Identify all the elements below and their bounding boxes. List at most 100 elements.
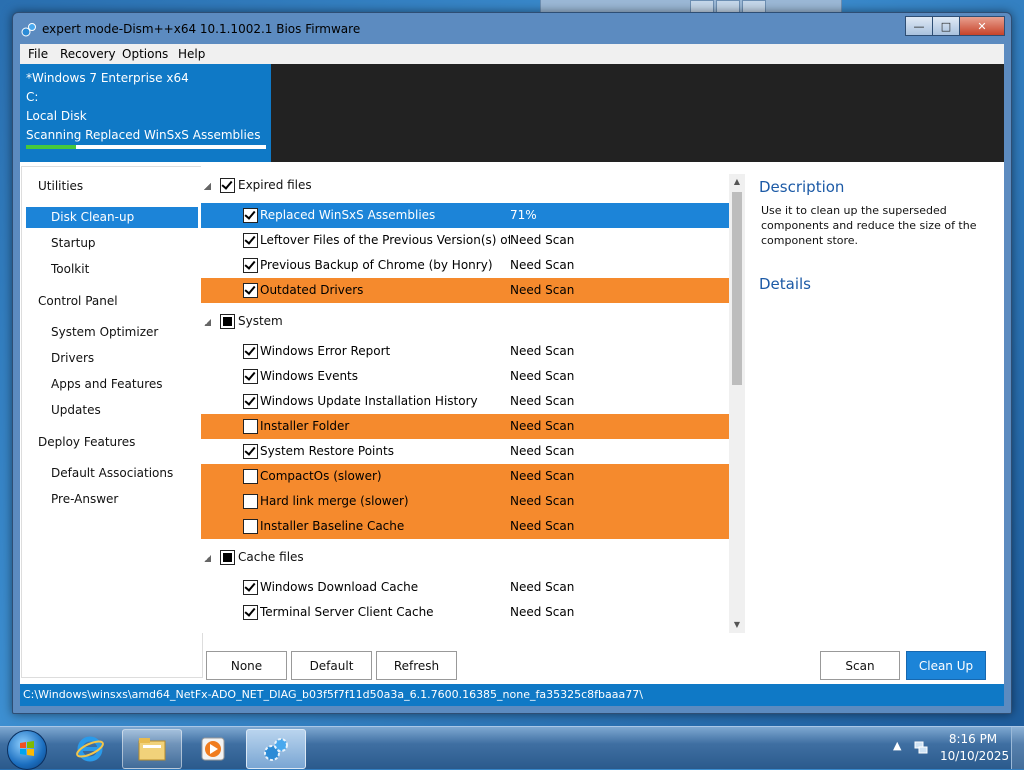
item-name: Replaced WinSxS Assemblies: [260, 208, 436, 222]
list-item[interactable]: CompactOs (slower) Need Scan: [201, 464, 729, 489]
item-name: Windows Events: [260, 369, 359, 383]
taskbar-media-player[interactable]: [184, 729, 242, 767]
menu-file[interactable]: File: [28, 47, 48, 61]
item-checkbox[interactable]: [243, 208, 258, 223]
drive-letter: C:: [26, 90, 39, 104]
status-path: C:\Windows\winsxs\amd64_NetFx-ADO_NET_DI…: [20, 684, 1004, 706]
list-item[interactable]: Windows Download Cache Need Scan: [201, 575, 729, 600]
expand-arrow-icon[interactable]: [204, 183, 211, 190]
image-info-panel[interactable]: *Windows 7 Enterprise x64 C: Local Disk …: [20, 64, 271, 162]
sidebar-item[interactable]: Toolkit: [26, 259, 198, 280]
client-area: File Recovery Options Help *Windows 7 En…: [20, 44, 1004, 706]
list-group-header[interactable]: Cache files: [201, 545, 729, 570]
menu-bar: File Recovery Options Help: [20, 44, 1004, 64]
sidebar-item[interactable]: Drivers: [26, 348, 198, 369]
item-status: 71%: [510, 208, 537, 222]
sidebar-item[interactable]: Pre-Answer: [26, 489, 198, 510]
item-checkbox[interactable]: [243, 469, 258, 484]
default-button[interactable]: Default: [291, 651, 372, 680]
item-checkbox[interactable]: [243, 419, 258, 434]
item-status: Need Scan: [510, 344, 575, 358]
clean-up-button[interactable]: Clean Up: [906, 651, 986, 680]
sidebar-group-heading[interactable]: Control Panel: [38, 294, 118, 308]
network-icon[interactable]: [914, 740, 928, 754]
group-checkbox[interactable]: [220, 178, 235, 193]
list-item[interactable]: Windows Update Installation History Need …: [201, 389, 729, 414]
start-button[interactable]: [7, 730, 47, 770]
list-group-header[interactable]: Expired files: [201, 173, 729, 198]
item-checkbox[interactable]: [243, 233, 258, 248]
minimize-button[interactable]: —: [905, 16, 933, 36]
list-item[interactable]: Windows Error Report Need Scan: [201, 339, 729, 364]
checkmark-icon: [244, 369, 256, 381]
taskbar-explorer[interactable]: [122, 729, 182, 769]
close-button[interactable]: ✕: [959, 16, 1005, 36]
sidebar-item[interactable]: Apps and Features: [26, 374, 198, 395]
taskbar-dism[interactable]: [246, 729, 306, 769]
taskbar: ▲ 8:16 PM 10/10/2025: [0, 726, 1024, 770]
sidebar-group-heading[interactable]: Utilities: [38, 179, 83, 193]
menu-help[interactable]: Help: [178, 47, 205, 61]
item-checkbox[interactable]: [243, 394, 258, 409]
list-item[interactable]: Replaced WinSxS Assemblies 71%: [201, 203, 729, 228]
item-checkbox[interactable]: [243, 519, 258, 534]
item-status: Need Scan: [510, 469, 575, 483]
clock-time[interactable]: 8:16 PM: [940, 732, 1006, 746]
maximize-button[interactable]: □: [932, 16, 960, 36]
item-checkbox[interactable]: [243, 580, 258, 595]
sidebar-item[interactable]: Startup: [26, 233, 198, 254]
gear-icon: [21, 23, 36, 37]
item-checkbox[interactable]: [243, 494, 258, 509]
cleanup-list: Expired files Replaced WinSxS Assemblies 7…: [201, 166, 729, 633]
sidebar-item[interactable]: Disk Clean-up: [26, 207, 198, 228]
show-hidden-icons[interactable]: ▲: [893, 739, 901, 752]
list-item[interactable]: Terminal Server Client Cache Need Scan: [201, 600, 729, 625]
maximize-icon: □: [940, 19, 952, 33]
expand-arrow-icon[interactable]: [204, 555, 211, 562]
checkmark-icon: [244, 605, 256, 617]
list-item[interactable]: Outdated Drivers Need Scan: [201, 278, 729, 303]
item-checkbox[interactable]: [243, 344, 258, 359]
list-scrollbar[interactable]: ▲ ▼: [729, 174, 745, 633]
sidebar-item-label: Toolkit: [51, 262, 90, 276]
list-item[interactable]: Installer Baseline Cache Need Scan: [201, 514, 729, 539]
scroll-thumb[interactable]: [732, 192, 742, 385]
clock-date[interactable]: 10/10/2025: [940, 749, 1009, 763]
menu-recovery[interactable]: Recovery: [60, 47, 116, 61]
list-item[interactable]: System Restore Points Need Scan: [201, 439, 729, 464]
group-checkbox[interactable]: [220, 550, 235, 565]
sidebar-group-heading[interactable]: Deploy Features: [38, 435, 135, 449]
item-checkbox[interactable]: [243, 444, 258, 459]
sidebar-item[interactable]: Default Associations: [26, 463, 198, 484]
list-item[interactable]: Leftover Files of the Previous Version(s…: [201, 228, 729, 253]
refresh-button[interactable]: Refresh: [376, 651, 457, 680]
show-desktop-button[interactable]: [1011, 727, 1024, 769]
none-button[interactable]: None: [206, 651, 287, 680]
sidebar-item[interactable]: Updates: [26, 400, 198, 421]
item-checkbox[interactable]: [243, 605, 258, 620]
list-item[interactable]: Installer Folder Need Scan: [201, 414, 729, 439]
window-title: expert mode-Dism++x64 10.1.1002.1 Bios F…: [42, 22, 361, 36]
item-checkbox[interactable]: [243, 283, 258, 298]
item-checkbox[interactable]: [243, 369, 258, 384]
menu-options[interactable]: Options: [122, 47, 168, 61]
sidebar-item[interactable]: System Optimizer: [26, 322, 198, 343]
sidebar-item-label: Default Associations: [51, 466, 174, 480]
title-bar[interactable]: expert mode-Dism++x64 10.1.1002.1 Bios F…: [13, 13, 1011, 46]
disk-name: Local Disk: [26, 109, 87, 123]
list-group-header[interactable]: System: [201, 309, 729, 334]
list-item[interactable]: Hard link merge (slower) Need Scan: [201, 489, 729, 514]
item-status: Need Scan: [510, 494, 575, 508]
item-name: Terminal Server Client Cache: [260, 605, 434, 619]
expand-arrow-icon[interactable]: [204, 319, 211, 326]
scan-button[interactable]: Scan: [820, 651, 900, 680]
taskbar-ie[interactable]: [62, 729, 120, 767]
ie-icon: [76, 736, 104, 762]
scroll-down-icon[interactable]: ▼: [729, 617, 745, 633]
group-checkbox[interactable]: [220, 314, 235, 329]
item-checkbox[interactable]: [243, 258, 258, 273]
list-item[interactable]: Previous Backup of Chrome (by Honry) Need…: [201, 253, 729, 278]
scroll-up-icon[interactable]: ▲: [729, 174, 745, 190]
os-name: *Windows 7 Enterprise x64: [26, 71, 189, 85]
list-item[interactable]: Windows Events Need Scan: [201, 364, 729, 389]
